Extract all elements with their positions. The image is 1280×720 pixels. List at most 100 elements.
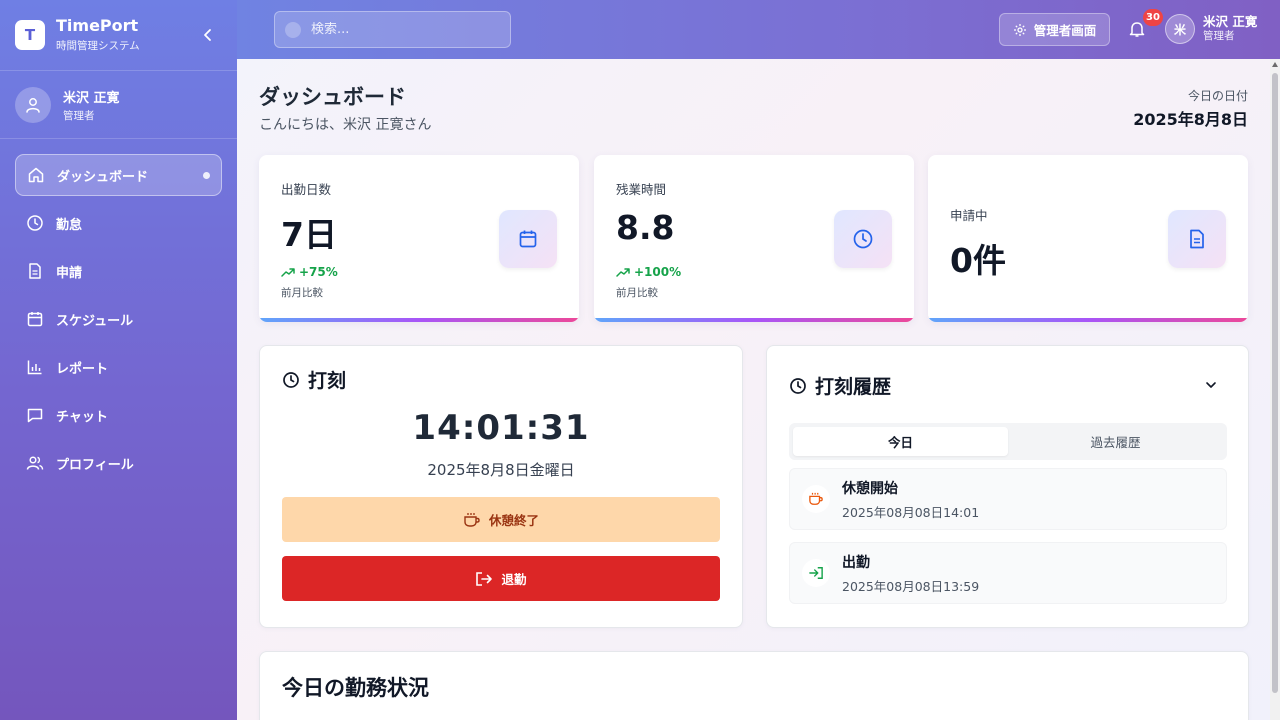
stat-trend-value: +100%: [634, 265, 682, 279]
clock-icon: [834, 210, 892, 268]
history-item[interactable]: 休憩開始 2025年08月08日14:01: [789, 468, 1227, 530]
chevron-left-icon: [204, 29, 211, 41]
document-icon: [1168, 210, 1226, 268]
clock-icon: [790, 377, 806, 394]
main-content: ダッシュボード こんにちは、米沢 正寛さん 今日の日付 2025年8月8日 出勤…: [237, 59, 1280, 720]
punch-card-title: 打刻: [282, 366, 346, 393]
top-bar: 管理者画面 30 米 米沢 正寛 管理者: [237, 0, 1280, 59]
sidebar-item-label: 申請: [56, 265, 83, 281]
user-icon: [15, 86, 51, 123]
search-input[interactable]: [311, 22, 491, 37]
punch-card: 打刻 14:01:31 2025年8月8日金曜日 休憩終了 退勤: [259, 345, 743, 628]
sidebar-item-reports[interactable]: レポート: [15, 346, 222, 388]
history-item-title: 出勤: [842, 554, 870, 571]
brand: T TimePort 時間管理システム: [0, 0, 237, 71]
top-user-name: 米沢 正寛: [1203, 14, 1258, 29]
calendar-icon: [499, 210, 557, 268]
app-logo: T: [15, 20, 45, 50]
stat-trend-value: +75%: [299, 265, 338, 279]
history-tabs: 今日 過去履歴: [789, 423, 1227, 460]
notification-count-badge: 30: [1143, 9, 1163, 26]
clock-icon: [25, 213, 45, 233]
sidebar-item-label: スケジュール: [56, 313, 134, 329]
calendar-icon: [25, 309, 45, 329]
sidebar-item-label: チャット: [56, 409, 108, 425]
admin-screen-button[interactable]: 管理者画面: [999, 13, 1110, 46]
admin-button-label: 管理者画面: [1033, 23, 1097, 38]
stat-value: 8.8: [616, 208, 675, 247]
break-end-button[interactable]: 休憩終了: [282, 497, 720, 542]
sidebar-user[interactable]: 米沢 正寛 管理者: [0, 71, 237, 139]
sidebar-item-requests[interactable]: 申請: [15, 250, 222, 292]
clock-out-label: 退勤: [501, 572, 527, 587]
today-status-title: 今日の勤務状況: [282, 676, 429, 700]
scroll-up-arrow-icon[interactable]: [1272, 62, 1278, 67]
top-user-menu[interactable]: 米 米沢 正寛 管理者: [1165, 14, 1257, 44]
stat-compare: 前月比較: [616, 287, 658, 299]
stat-value: 7日: [281, 215, 337, 254]
sidebar-item-label: ダッシュボード: [57, 169, 149, 185]
trending-up-icon: [281, 268, 295, 277]
app-name: TimePort: [56, 16, 139, 35]
sidebar-item-label: 勤怠: [56, 217, 83, 233]
date-value: 2025年8月8日: [1133, 110, 1248, 129]
history-card-title: 打刻履歴: [789, 372, 891, 399]
stat-label: 申請中: [950, 208, 988, 223]
sidebar-user-name: 米沢 正寛: [63, 90, 120, 106]
stat-trend: +75%: [281, 265, 338, 279]
history-title-text: 打刻履歴: [815, 376, 892, 398]
bar-chart-icon: [25, 357, 45, 377]
search-box[interactable]: [274, 11, 511, 48]
sidebar-item-label: レポート: [56, 361, 109, 377]
history-item[interactable]: 出勤 2025年08月08日13:59: [789, 542, 1227, 604]
stat-value: 0件: [950, 241, 1006, 280]
stat-card-overtime: 残業時間 8.8 +100% 前月比較: [594, 155, 914, 322]
today-status-card: 今日の勤務状況: [259, 651, 1249, 720]
page-title: ダッシュボード: [259, 85, 406, 109]
login-icon: [802, 559, 830, 587]
sidebar-item-label: プロフィール: [56, 457, 134, 473]
avatar: 米: [1165, 14, 1195, 44]
stat-card-attendance-days: 出勤日数 7日 +75% 前月比較: [259, 155, 579, 322]
chevron-down-icon[interactable]: [1204, 378, 1218, 392]
trending-up-icon: [616, 268, 630, 277]
document-icon: [25, 261, 45, 281]
stat-compare: 前月比較: [281, 287, 323, 299]
sidebar-item-chat[interactable]: チャット: [15, 394, 222, 436]
clock-out-button[interactable]: 退勤: [282, 556, 720, 601]
tab-today[interactable]: 今日: [793, 427, 1008, 456]
stat-trend: +100%: [616, 265, 681, 279]
stat-card-pending-requests: 申請中 0件: [928, 155, 1248, 322]
break-end-label: 休憩終了: [488, 513, 539, 528]
punch-history-card: 打刻履歴 今日 過去履歴 休憩開始 2025年08月08日14:01 出勤 20…: [766, 345, 1249, 628]
top-user-role: 管理者: [1203, 30, 1235, 42]
collapse-sidebar-button[interactable]: [199, 26, 217, 44]
scrollbar[interactable]: [1270, 59, 1280, 720]
chat-icon: [25, 405, 45, 425]
greeting: こんにちは、米沢 正寛さん: [259, 117, 432, 133]
sidebar: T TimePort 時間管理システム 米沢 正寛 管理者 ダッシュボード 勤怠: [0, 0, 237, 720]
tab-past-history[interactable]: 過去履歴: [1008, 427, 1223, 456]
history-item-title: 休憩開始: [842, 480, 898, 497]
gear-icon: [1013, 23, 1027, 37]
coffee-icon: [464, 512, 480, 527]
scroll-thumb[interactable]: [1272, 73, 1278, 693]
coffee-icon: [802, 485, 830, 513]
users-icon: [25, 453, 45, 473]
stat-label: 出勤日数: [281, 182, 332, 197]
current-date: 2025年8月8日金曜日: [427, 461, 575, 479]
date-label: 今日の日付: [1187, 89, 1248, 103]
history-item-time: 2025年08月08日14:01: [842, 504, 980, 520]
search-icon: [285, 21, 301, 38]
home-icon: [26, 165, 46, 185]
history-item-time: 2025年08月08日13:59: [842, 578, 980, 594]
app-subtitle: 時間管理システム: [56, 40, 140, 52]
sidebar-user-role: 管理者: [63, 109, 95, 122]
logout-icon: [476, 571, 493, 586]
stat-label: 残業時間: [616, 182, 667, 197]
sidebar-item-schedule[interactable]: スケジュール: [15, 298, 222, 340]
sidebar-item-dashboard[interactable]: ダッシュボード: [15, 154, 222, 196]
sidebar-item-profile[interactable]: プロフィール: [15, 442, 222, 484]
clock-icon: [283, 371, 299, 388]
sidebar-item-attendance[interactable]: 勤怠: [15, 202, 222, 244]
